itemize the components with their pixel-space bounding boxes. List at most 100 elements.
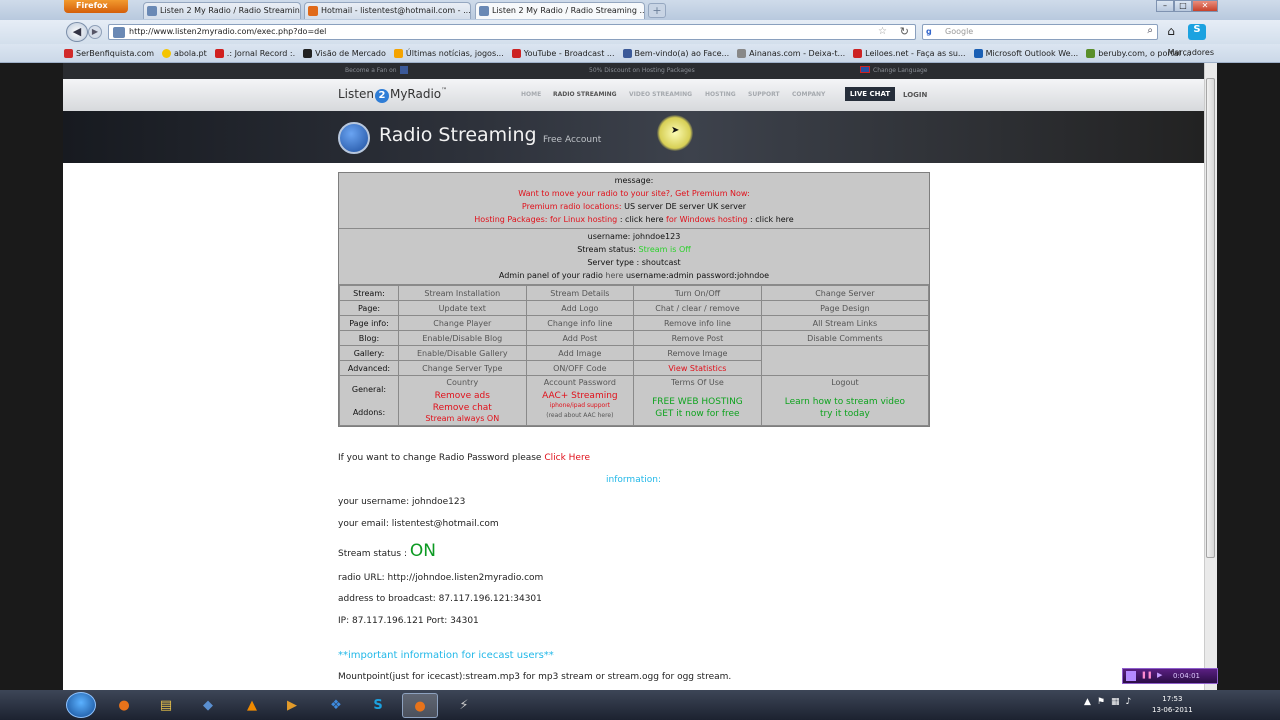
try-it-today-link[interactable]: try it today	[764, 408, 926, 420]
volume-icon[interactable]: ♪	[1126, 697, 1132, 707]
remove-image-link[interactable]: Remove Image	[633, 345, 762, 361]
view-statistics-link[interactable]: View Statistics	[633, 360, 762, 376]
add-post-link[interactable]: Add Post	[525, 330, 635, 346]
become-fan-link[interactable]: Become a Fan on	[345, 67, 397, 74]
flag-icon[interactable]: ⚑	[1097, 697, 1105, 707]
show-hidden-icons-icon[interactable]: ▲	[1084, 697, 1091, 707]
remove-chat-link[interactable]: Remove chat	[401, 402, 524, 414]
free-web-hosting-link[interactable]: FREE WEB HOSTING	[636, 396, 759, 408]
tab-listen2myradio-1[interactable]: Listen 2 My Radio / Radio Streaming ...	[143, 2, 301, 19]
live-chat-button[interactable]: LIVE CHAT	[845, 87, 895, 101]
windows-hosting-link[interactable]: : click here	[750, 215, 794, 224]
bookmark-item[interactable]: .: Jornal Record :.	[214, 48, 295, 58]
bookmark-item[interactable]: Leiloes.net - Faça as su...	[853, 48, 966, 58]
aac-streaming-link[interactable]: AAC+ Streaming	[529, 390, 631, 402]
bookmark-item[interactable]: Ainanas.com - Deixa-t...	[737, 48, 845, 58]
admin-panel-link[interactable]: here	[605, 271, 623, 280]
start-button[interactable]	[66, 692, 96, 718]
site-identity-icon[interactable]	[113, 27, 125, 38]
maximize-icon[interactable]: □	[1174, 0, 1192, 12]
taskbar-winamp-icon[interactable]: ⚡	[446, 693, 482, 718]
taskbar-network-icon[interactable]: ◆	[190, 693, 226, 718]
turn-on-off-link[interactable]: Turn On/Off	[633, 285, 762, 301]
login-link[interactable]: LOGIN	[903, 91, 927, 99]
terms-of-use-link[interactable]: Terms Of Use	[636, 378, 759, 387]
remove-post-link[interactable]: Remove Post	[633, 330, 762, 346]
facebook-icon[interactable]	[400, 66, 408, 74]
linux-hosting-link[interactable]: : click here	[620, 215, 664, 224]
change-server-type-link[interactable]: Change Server Type	[398, 360, 527, 376]
disable-comments-link[interactable]: Disable Comments	[760, 330, 930, 346]
scrollbar-thumb[interactable]	[1206, 78, 1215, 558]
premium-servers-links[interactable]: US server DE server UK server	[624, 202, 746, 211]
remove-info-line-link[interactable]: Remove info line	[633, 315, 762, 331]
stream-video-link[interactable]: Learn how to stream video	[764, 396, 926, 408]
tab-listen2myradio-active[interactable]: Listen 2 My Radio / Radio Streaming ...	[475, 2, 645, 19]
bookmark-item[interactable]: Últimas notícias, jogos...	[393, 48, 504, 58]
update-text-link[interactable]: Update text	[398, 300, 527, 316]
nav-company[interactable]: COMPANY	[792, 91, 825, 98]
bookmark-item[interactable]: Bem-vindo(a) ao Face...	[622, 48, 729, 58]
taskbar-vlc-icon[interactable]: ▲	[234, 693, 270, 718]
premium-promo-link[interactable]: Want to move your radio to your site?, G…	[339, 187, 929, 200]
bookmark-star-icon[interactable]: ☆	[878, 26, 887, 37]
bookmark-item[interactable]: Visão de Mercado	[303, 48, 386, 58]
forward-icon[interactable]: ▶	[88, 25, 102, 39]
add-image-link[interactable]: Add Image	[525, 345, 635, 361]
clock[interactable]: 17:53 13-06-2011	[1152, 694, 1193, 716]
stream-always-on-link[interactable]: Stream always ON	[401, 414, 524, 423]
on-off-code-link[interactable]: ON/OFF Code	[525, 360, 635, 376]
change-password-link[interactable]: Click Here	[544, 453, 590, 463]
new-tab-button[interactable]: +	[648, 3, 666, 18]
change-server-link[interactable]: Change Server	[760, 285, 930, 301]
taskbar-firefox-active-icon[interactable]: ●	[402, 693, 438, 718]
taskbar-dropbox-icon[interactable]: ❖	[318, 693, 354, 718]
enable-disable-blog-link[interactable]: Enable/Disable Blog	[398, 330, 527, 346]
search-icon[interactable]: ⌕	[1147, 25, 1153, 36]
google-icon[interactable]: g	[926, 27, 932, 36]
firefox-menu-button[interactable]: Firefox	[64, 0, 128, 13]
site-logo[interactable]: Listen 2 MyRadio™	[338, 87, 447, 103]
enable-disable-gallery-link[interactable]: Enable/Disable Gallery	[398, 345, 527, 361]
reload-icon[interactable]: ↻	[900, 25, 909, 38]
play-icon[interactable]: ▶	[1157, 671, 1162, 679]
bookmarks-menu[interactable]: Marcadores	[1168, 48, 1214, 57]
nav-home[interactable]: HOME	[521, 91, 541, 98]
media-player-widget[interactable]: ❚❚ ▶ 0:04:01	[1122, 668, 1218, 684]
back-icon[interactable]: ◀	[66, 22, 88, 42]
bookmark-item[interactable]: Microsoft Outlook We...	[973, 48, 1078, 58]
get-it-now-link[interactable]: GET it now for free	[636, 408, 759, 420]
change-player-link[interactable]: Change Player	[398, 315, 527, 331]
change-language-link[interactable]: Change Language	[873, 67, 928, 74]
page-design-link[interactable]: Page Design	[760, 300, 930, 316]
taskbar-media-player-icon[interactable]: ▶	[274, 693, 310, 718]
tab-hotmail[interactable]: Hotmail - listentest@hotmail.com - ...	[304, 2, 471, 19]
country-link[interactable]: Country	[401, 378, 524, 387]
nav-support[interactable]: SUPPORT	[748, 91, 780, 98]
skype-icon[interactable]: S	[1188, 24, 1206, 40]
stream-installation-link[interactable]: Stream Installation	[398, 285, 527, 301]
minimize-icon[interactable]: –	[1156, 0, 1174, 12]
taskbar-skype-icon[interactable]: S	[360, 693, 396, 718]
close-icon[interactable]: ✕	[1192, 0, 1218, 12]
all-stream-links-link[interactable]: All Stream Links	[760, 315, 930, 331]
change-info-line-link[interactable]: Change info line	[525, 315, 635, 331]
logout-link[interactable]: Logout	[764, 378, 926, 387]
taskbar-firefox-icon[interactable]: ●	[106, 693, 142, 718]
promo-link[interactable]: 50% Discount on Hosting Packages	[589, 67, 695, 74]
bookmark-item[interactable]: SerBenfiquista.com	[64, 48, 154, 58]
nav-video-streaming[interactable]: VIDEO STREAMING	[629, 91, 692, 98]
stream-details-link[interactable]: Stream Details	[525, 285, 635, 301]
nav-radio-streaming[interactable]: RADIO STREAMING	[553, 91, 617, 98]
pause-icon[interactable]: ❚❚	[1141, 671, 1153, 679]
account-password-link[interactable]: Account Password	[529, 378, 631, 387]
chat-link[interactable]: Chat / clear / remove	[633, 300, 762, 316]
bookmark-item[interactable]: abola.pt	[162, 48, 207, 58]
nav-hosting[interactable]: HOSTING	[705, 91, 736, 98]
remove-ads-link[interactable]: Remove ads	[401, 390, 524, 402]
search-bar[interactable]: g Google ⌕	[922, 24, 1158, 40]
aac-read-more-link[interactable]: (read about AAC here)	[529, 412, 631, 419]
home-icon[interactable]: ⌂	[1162, 24, 1180, 40]
taskbar-explorer-icon[interactable]: ▤	[148, 693, 184, 718]
bookmark-item[interactable]: YouTube - Broadcast ...	[511, 48, 615, 58]
